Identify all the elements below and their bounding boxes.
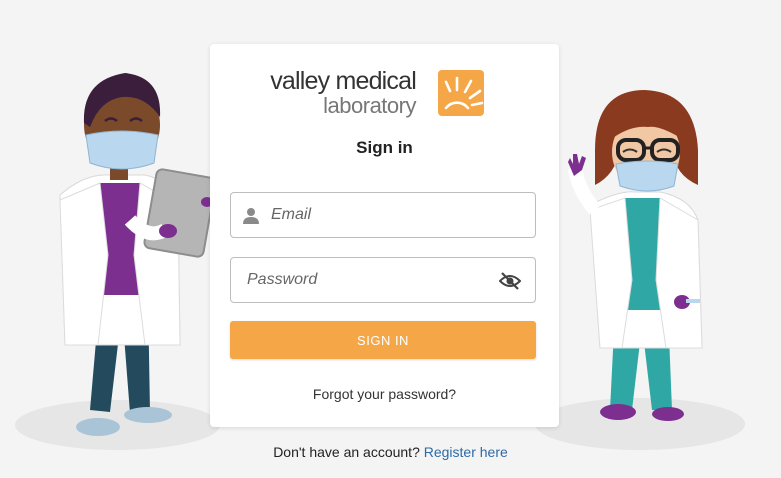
doctor-waving-illustration [568, 90, 703, 421]
person-icon [243, 208, 259, 224]
doctor-with-tablet-illustration [59, 73, 217, 436]
password-input[interactable] [247, 258, 487, 302]
register-link[interactable]: Register here [424, 444, 508, 460]
brand-name-line1: valley medical [270, 67, 417, 95]
password-field [230, 257, 536, 303]
register-prompt: Don't have an account? Register here [0, 444, 781, 460]
sun-logo-icon [438, 70, 484, 116]
sign-in-card: valley medical laboratory Sign in Email … [210, 44, 559, 427]
eye-off-icon[interactable] [499, 271, 521, 291]
register-prompt-text: Don't have an account? [273, 444, 420, 460]
sign-in-button[interactable]: SIGN IN [230, 321, 536, 359]
page-title: Sign in [356, 138, 413, 157]
email-field [230, 192, 536, 238]
email-input[interactable] [271, 193, 523, 237]
brand-name-line2: laboratory [323, 93, 416, 118]
forgot-password-link[interactable]: Forgot your password? [210, 386, 559, 402]
brand-logo: valley medical laboratory [270, 66, 488, 122]
